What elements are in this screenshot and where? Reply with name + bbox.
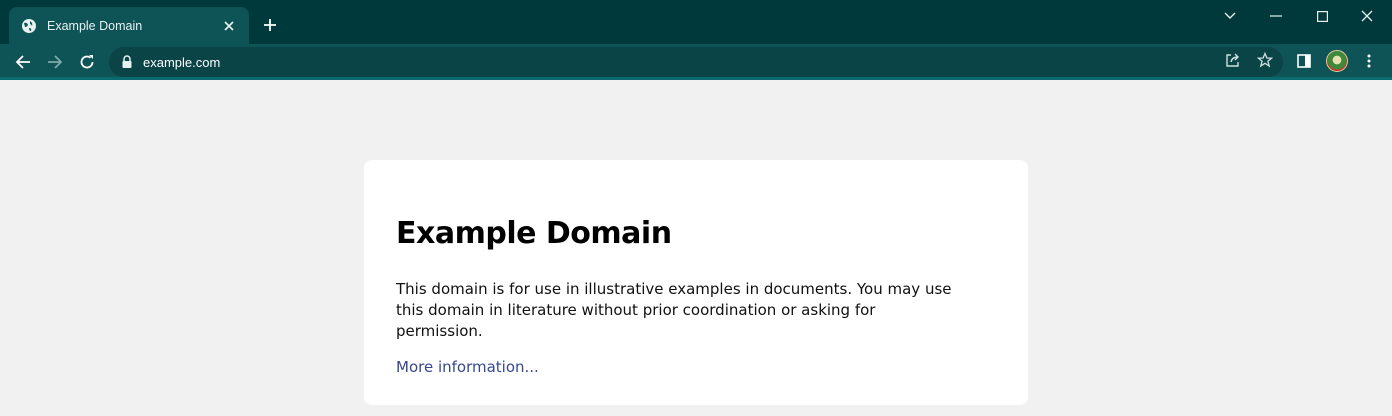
forward-button[interactable] (44, 51, 66, 73)
page-description: This domain is for use in illustrative e… (396, 280, 952, 340)
maximize-button[interactable] (1311, 6, 1333, 26)
more-information-link[interactable]: More information... (396, 358, 539, 376)
globe-icon (21, 18, 37, 34)
back-button[interactable] (12, 51, 34, 73)
tab-example-domain[interactable]: Example Domain (9, 7, 249, 44)
close-icon[interactable] (221, 18, 237, 34)
content-card: Example Domain This domain is for use in… (364, 160, 1028, 405)
tab-title: Example Domain (47, 18, 143, 33)
address-bar[interactable]: example.com (109, 47, 1283, 77)
new-tab-button[interactable] (260, 15, 280, 35)
lock-icon[interactable] (121, 55, 133, 69)
page-viewport: Example Domain This domain is for use in… (0, 80, 1392, 416)
minimize-button[interactable] (1265, 6, 1287, 26)
reload-button[interactable] (76, 51, 98, 73)
browser-toolbar: example.com (0, 44, 1392, 79)
browser-titlebar: Example Domain (0, 0, 1392, 44)
star-icon[interactable] (1256, 51, 1274, 69)
page-heading: Example Domain (396, 216, 672, 251)
more-menu-icon[interactable] (1360, 52, 1378, 70)
share-icon[interactable] (1224, 51, 1242, 69)
address-url[interactable]: example.com (143, 55, 1283, 70)
profile-avatar[interactable] (1326, 50, 1348, 72)
tab-search-icon[interactable] (1219, 6, 1241, 26)
window-close-button[interactable] (1356, 6, 1378, 26)
side-panel-icon[interactable] (1295, 52, 1313, 70)
